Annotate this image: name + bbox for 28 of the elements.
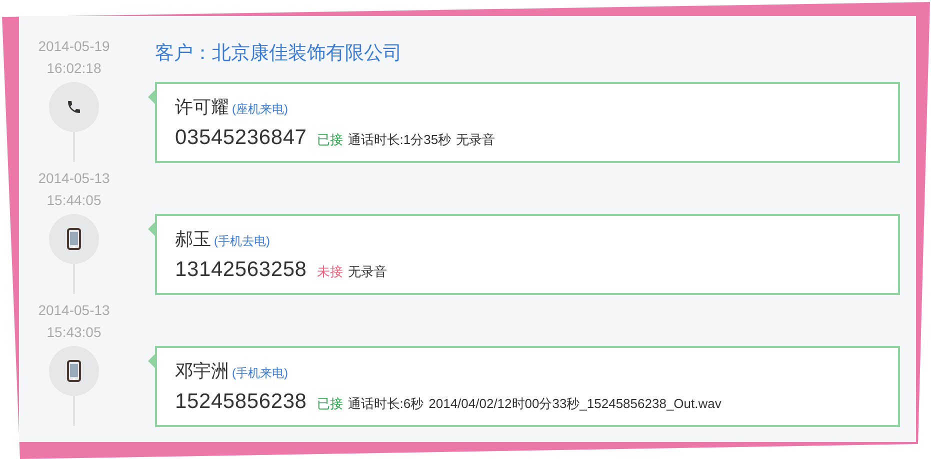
mobile-phone-icon <box>67 360 81 382</box>
mobile-phone-icon <box>67 228 81 250</box>
call-status: 已接 <box>316 395 343 413</box>
call-time: 15:44:05 <box>46 191 102 210</box>
contact-name: 邓宇洲 <box>175 360 229 383</box>
customer-name: 北京康佳装饰有限公司 <box>212 43 402 64</box>
call-time: 15:43:05 <box>46 323 102 342</box>
phone-number: 13142563258 <box>175 257 307 283</box>
call-detail: 通话时长:6秒 <box>348 395 424 413</box>
customer-label: 客户： <box>155 43 212 64</box>
call-date: 2014-05-13 <box>38 169 110 188</box>
call-status: 未接 <box>316 263 343 281</box>
call-date: 2014-05-13 <box>38 301 110 320</box>
phone-handset-icon <box>66 99 82 115</box>
phone-number: 03545236847 <box>175 125 307 151</box>
call-detail: 无录音 <box>456 131 496 149</box>
phone-number: 15245856238 <box>175 389 307 415</box>
call-time: 16:02:18 <box>46 59 102 78</box>
call-detail: 2014/04/02/12时00分33秒_15245856238_Out.wav <box>428 395 722 413</box>
call-detail: 无录音 <box>348 263 387 281</box>
call-detail: 通话时长:1分35秒 <box>348 131 452 149</box>
call-direction: (座机来电) <box>232 101 288 118</box>
contact-name: 郝玉 <box>175 228 211 251</box>
call-status: 已接 <box>316 131 343 149</box>
call-direction: (手机来电) <box>232 365 288 382</box>
call-direction: (手机去电) <box>214 233 270 250</box>
contact-name: 许可耀 <box>175 96 229 119</box>
call-date: 2014-05-19 <box>38 37 110 56</box>
